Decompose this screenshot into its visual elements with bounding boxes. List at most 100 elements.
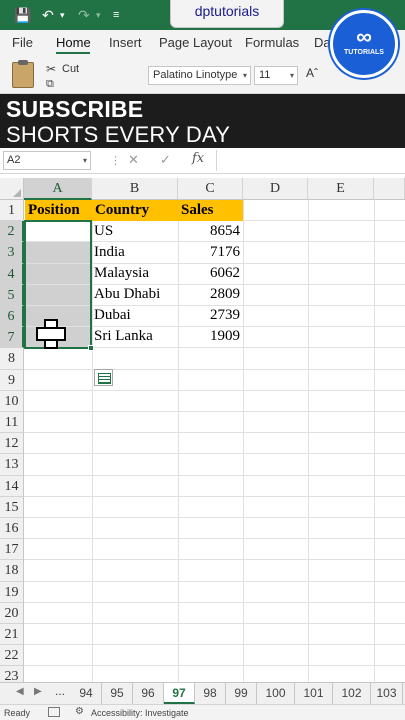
- save-icon[interactable]: 💾: [14, 6, 31, 24]
- tab-insert[interactable]: Insert: [109, 35, 142, 50]
- column-header-a[interactable]: A: [24, 178, 92, 200]
- row-header-6[interactable]: 6: [0, 306, 24, 328]
- row-header-16[interactable]: 16: [0, 518, 24, 540]
- row-header-12[interactable]: 12: [0, 433, 24, 455]
- more-sheets-ellipsis[interactable]: ...: [55, 684, 65, 698]
- channel-logo: ∞ TUTORIALS: [330, 10, 398, 78]
- cut-button[interactable]: Cut: [62, 63, 79, 75]
- row-header-14[interactable]: 14: [0, 475, 24, 497]
- row-gridline: [24, 517, 405, 518]
- increase-font-size-icon[interactable]: Aˆ: [306, 66, 318, 80]
- cancel-icon[interactable]: ✕: [128, 152, 139, 168]
- row-header-7[interactable]: 7: [0, 327, 24, 349]
- row-header-17[interactable]: 17: [0, 539, 24, 561]
- sheet-tab-95[interactable]: 95: [102, 683, 133, 704]
- row-header-23[interactable]: 23: [0, 666, 24, 682]
- row-header-9[interactable]: 9: [0, 369, 24, 391]
- sheet-tabs-bar: ◀ ▶ ... 94 95 96 97 98 99 100 101 102 103: [0, 682, 405, 704]
- font-name-select[interactable]: Palatino Linotype ▾: [148, 66, 251, 85]
- country-cell[interactable]: Dubai: [92, 305, 178, 326]
- undo-icon[interactable]: ↶: [42, 6, 54, 24]
- formula-input[interactable]: [216, 150, 405, 171]
- row-gridline: [24, 411, 405, 412]
- row-gridline: [24, 559, 405, 561]
- quick-analysis-icon[interactable]: [94, 369, 113, 386]
- row-header-5[interactable]: 5: [0, 284, 24, 306]
- sheet-tab-97[interactable]: 97: [164, 683, 195, 704]
- enter-icon[interactable]: ✓: [160, 152, 171, 168]
- row-header-21[interactable]: 21: [0, 624, 24, 646]
- row-header-20[interactable]: 20: [0, 602, 24, 624]
- chevron-down-icon: ▾: [242, 71, 247, 80]
- row-header-11[interactable]: 11: [0, 412, 24, 434]
- sales-cell[interactable]: 6062: [178, 263, 243, 284]
- redo-dropdown-icon[interactable]: ▾: [96, 6, 101, 24]
- row-header-22[interactable]: 22: [0, 645, 24, 667]
- sheet-tab-94[interactable]: 94: [71, 683, 102, 704]
- column-header-d[interactable]: D: [243, 178, 308, 200]
- select-all-corner[interactable]: [0, 178, 24, 200]
- column-header-e[interactable]: E: [308, 178, 374, 200]
- header-cell-position[interactable]: Position: [25, 200, 92, 221]
- accessibility-icon[interactable]: ⚙: [75, 706, 84, 717]
- tab-page-layout[interactable]: Page Layout: [159, 35, 232, 50]
- promo-banner: SUBSCRIBE SHORTS EVERY DAY: [0, 94, 405, 148]
- country-cell[interactable]: India: [92, 242, 178, 263]
- country-cell[interactable]: Malaysia: [92, 263, 178, 284]
- spreadsheet-grid[interactable]: A B C D E 1 2 3 4 5 6 7 8 9 10 11 12 13 14 15 16 17 18 19 2…: [0, 178, 405, 682]
- sheet-tab-103[interactable]: 103: [371, 683, 403, 704]
- row-header-2[interactable]: 2: [0, 221, 24, 243]
- scissors-icon[interactable]: ✂: [46, 62, 56, 76]
- sheet-tab-101[interactable]: 101: [295, 683, 333, 704]
- scroll-tabs-right-icon[interactable]: ▶: [34, 686, 42, 697]
- macro-record-icon[interactable]: [48, 707, 60, 717]
- row-header-1[interactable]: 1: [0, 200, 24, 222]
- header-cell-country[interactable]: Country: [92, 200, 178, 221]
- copy-icon[interactable]: ⧉: [46, 78, 54, 91]
- chevron-down-icon: ▾: [82, 156, 87, 165]
- undo-dropdown-icon[interactable]: ▾: [60, 6, 65, 24]
- row-header-8[interactable]: 8: [0, 348, 24, 370]
- header-cell-sales[interactable]: Sales: [178, 200, 243, 221]
- customize-toolbar-icon[interactable]: ≡: [113, 6, 119, 24]
- sales-cell[interactable]: 8654: [178, 221, 243, 242]
- fill-handle[interactable]: [88, 345, 94, 351]
- country-cell[interactable]: Abu Dhabi: [92, 284, 178, 305]
- country-cell[interactable]: US: [92, 221, 178, 242]
- row-header-4[interactable]: 4: [0, 263, 24, 285]
- column-header-b[interactable]: B: [92, 178, 178, 200]
- sales-cell[interactable]: 7176: [178, 242, 243, 263]
- row-header-18[interactable]: 18: [0, 560, 24, 582]
- sheet-tab-98[interactable]: 98: [195, 683, 226, 704]
- font-size-select[interactable]: 11 ▾: [254, 66, 298, 85]
- tab-file[interactable]: File: [12, 35, 33, 50]
- paste-icon[interactable]: [12, 60, 34, 88]
- row-header-3[interactable]: 3: [0, 242, 24, 264]
- sheet-tab-99[interactable]: 99: [226, 683, 257, 704]
- country-cell[interactable]: Sri Lanka: [92, 326, 178, 347]
- column-header-c[interactable]: C: [178, 178, 243, 200]
- sheet-tab-102[interactable]: 102: [333, 683, 371, 704]
- sheet-tab-96[interactable]: 96: [133, 683, 164, 704]
- font-name-value: Palatino Linotype: [153, 69, 238, 81]
- sales-cell[interactable]: 2809: [178, 284, 243, 305]
- sheet-tab-100[interactable]: 100: [257, 683, 295, 704]
- insert-function-icon[interactable]: fx: [192, 151, 204, 166]
- column-gridline: [374, 200, 375, 682]
- row-header-19[interactable]: 19: [0, 581, 24, 603]
- name-box[interactable]: A2 ▾: [3, 151, 91, 170]
- redo-icon[interactable]: ↷: [78, 6, 90, 24]
- row-header-10[interactable]: 10: [0, 390, 24, 412]
- row-header-13[interactable]: 13: [0, 454, 24, 476]
- tab-data[interactable]: Da: [314, 35, 331, 50]
- tab-formulas[interactable]: Formulas: [245, 35, 299, 50]
- tab-home[interactable]: Home: [56, 35, 91, 50]
- accessibility-status[interactable]: Accessibility: Investigate: [91, 708, 189, 718]
- column-header-f[interactable]: [374, 178, 405, 200]
- sales-cell[interactable]: 1909: [178, 326, 243, 347]
- row-gridline: [24, 474, 405, 476]
- scroll-tabs-left-icon[interactable]: ◀: [16, 686, 24, 697]
- row-header-15[interactable]: 15: [0, 496, 24, 518]
- sales-cell[interactable]: 2739: [178, 305, 243, 326]
- formula-bar: A2 ▾ ⋮ ✕ ✓ fx: [0, 148, 405, 174]
